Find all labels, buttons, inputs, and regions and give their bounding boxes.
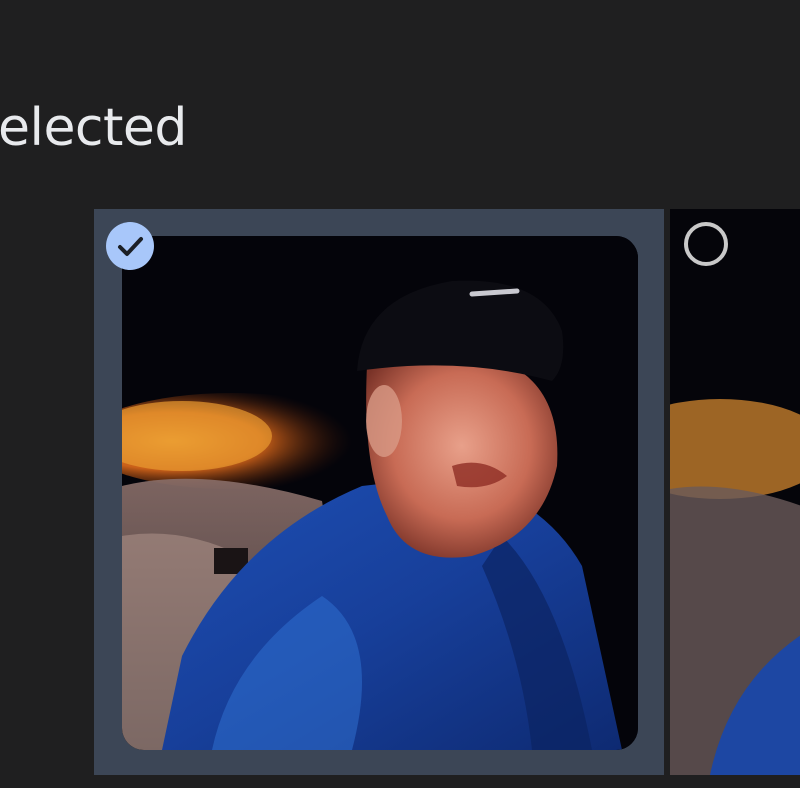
photo-thumbnail[interactable]: [670, 209, 800, 775]
photo-tile-selected[interactable]: [94, 209, 664, 775]
photo-thumbnail[interactable]: [122, 236, 638, 750]
header: elected: [0, 0, 800, 196]
checkmark-icon[interactable]: [106, 222, 154, 270]
photo-tile-unselected[interactable]: [670, 209, 800, 775]
photo-image: [122, 236, 638, 750]
photo-picker-screen: elected: [0, 0, 800, 788]
photo-image: [670, 209, 800, 775]
selection-count-title: elected: [0, 98, 187, 158]
photo-grid: [0, 196, 800, 788]
empty-circle-icon[interactable]: [684, 222, 728, 266]
